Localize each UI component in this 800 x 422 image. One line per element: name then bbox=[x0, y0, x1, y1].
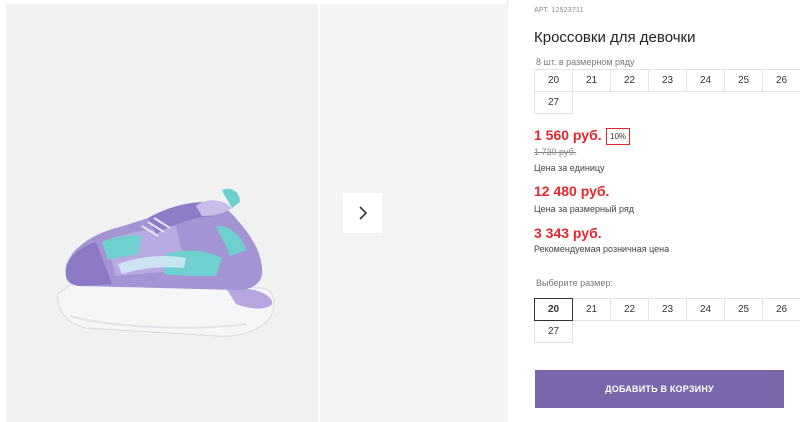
size-option-25[interactable]: 25 bbox=[724, 298, 763, 321]
pack-price-label: Цена за размерный ряд bbox=[534, 204, 635, 214]
pack-size-cell: 25 bbox=[724, 69, 763, 92]
pack-size-cell: 20 bbox=[534, 69, 573, 92]
add-to-cart-button[interactable]: ДОБАВИТЬ В КОРЗИНУ bbox=[535, 370, 784, 408]
pack-price: 12 480 руб. bbox=[534, 183, 610, 199]
gallery-next-button[interactable] bbox=[343, 193, 382, 233]
article-value: 12523711 bbox=[551, 7, 584, 14]
pack-size-cell: 24 bbox=[686, 69, 725, 92]
unit-price-label: Цена за единицу bbox=[534, 163, 605, 173]
retail-price-label: Рекомендуемая розничная цена bbox=[534, 244, 670, 254]
size-option-26[interactable]: 26 bbox=[762, 298, 800, 321]
pack-size-cell: 22 bbox=[610, 69, 649, 92]
pack-size-cell: 21 bbox=[572, 69, 611, 92]
size-option-22[interactable]: 22 bbox=[610, 298, 649, 321]
size-option-24[interactable]: 24 bbox=[686, 298, 725, 321]
pack-size-cell: 26 bbox=[762, 69, 800, 92]
retail-price: 3 343 руб. bbox=[534, 225, 602, 241]
product-info-panel: АРТ. 12523711 Кроссовки для девочки 8 шт… bbox=[534, 0, 800, 422]
product-title: Кроссовки для девочки bbox=[534, 29, 696, 46]
pack-sizes-grid: 20 21 22 23 24 25 26 27 bbox=[534, 69, 800, 114]
article-label: АРТ. bbox=[534, 7, 550, 14]
size-option-23[interactable]: 23 bbox=[648, 298, 687, 321]
product-image-main[interactable] bbox=[6, 4, 318, 422]
size-option-20[interactable]: 20 bbox=[534, 298, 573, 321]
chevron-right-icon bbox=[358, 206, 367, 220]
pack-size-cell: 23 bbox=[648, 69, 687, 92]
size-option-21[interactable]: 21 bbox=[572, 298, 611, 321]
discount-badge: 10% bbox=[606, 128, 631, 145]
old-price: 1 730 руб. bbox=[534, 147, 577, 157]
size-option-27[interactable]: 27 bbox=[534, 320, 573, 343]
choose-size-label: Выберите размер: bbox=[536, 278, 613, 288]
product-page: АРТ. 12523711 Кроссовки для девочки 8 шт… bbox=[0, 0, 800, 422]
size-selector: 20 21 22 23 24 25 26 27 bbox=[534, 298, 800, 343]
product-gallery bbox=[0, 0, 508, 422]
sneaker-image bbox=[57, 188, 275, 337]
pack-size-label: 8 шт. в размерном ряду bbox=[536, 57, 635, 67]
pack-size-cell: 27 bbox=[534, 91, 573, 114]
article-number: АРТ. 12523711 bbox=[534, 7, 584, 14]
unit-price: 1 560 руб. bbox=[534, 127, 602, 143]
